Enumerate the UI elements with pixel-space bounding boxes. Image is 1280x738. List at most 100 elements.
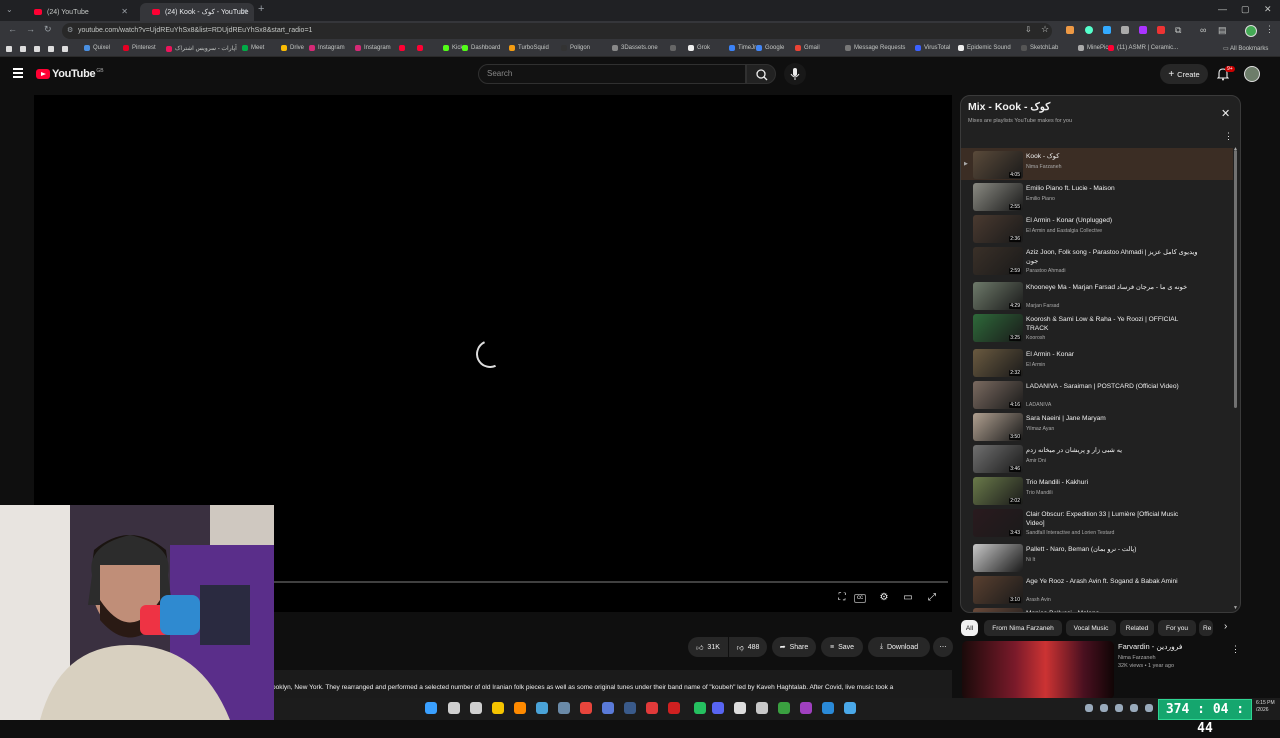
steam-icon[interactable] <box>624 702 636 714</box>
playlist-thumbnail[interactable]: 3:25 <box>973 314 1023 342</box>
bookmark-item[interactable]: TimeJr <box>729 45 756 51</box>
filter-chip[interactable]: Re <box>1199 620 1213 636</box>
bookmark-item[interactable] <box>399 45 408 51</box>
bookmark-folder-icon[interactable] <box>20 46 26 52</box>
playlist-item[interactable]: 2:59 Aziz Joon, Folk song - Parastoo Ahma… <box>961 244 1233 276</box>
scroll-up-icon[interactable]: ▲ <box>1233 146 1238 152</box>
close-tab-icon[interactable]: ✕ <box>241 7 248 16</box>
close-window-icon[interactable]: ✕ <box>1264 4 1272 15</box>
related-video-menu-icon[interactable]: ⋮ <box>1231 644 1240 655</box>
bookmark-item[interactable]: Google <box>756 45 784 51</box>
whatsapp-icon[interactable] <box>694 702 706 714</box>
maximize-icon[interactable]: ▢ <box>1241 4 1250 15</box>
browser-tab-youtube-home[interactable]: (24) YouTube ✕ <box>22 3 134 21</box>
all-bookmarks-button[interactable]: ▭ All Bookmarks <box>1223 45 1268 52</box>
playlist-thumbnail[interactable]: 4:05 <box>973 151 1023 179</box>
browser-tab-kook[interactable]: (24) Kook - کوک - YouTube ✕ <box>140 3 254 21</box>
browser-menu-icon[interactable]: ⋮ <box>1265 24 1274 35</box>
playlist-item[interactable]: 2:32 El Armin - Konar El Armin <box>961 346 1233 378</box>
windows-start-icon[interactable] <box>425 702 437 714</box>
bookmark-folder-icon[interactable] <box>62 46 68 52</box>
extension-icon[interactable] <box>1121 26 1129 34</box>
save-button[interactable]: ≡ Save <box>821 637 863 657</box>
bookmark-item[interactable]: Epidemic Sound <box>958 45 1011 51</box>
playlist-thumbnail[interactable]: 2:55 <box>973 183 1023 211</box>
playlist-thumbnail[interactable]: 3:10 <box>973 576 1023 604</box>
playlist-item[interactable]: Pallett - Naro, Beman (پالت - نرو بمان) N… <box>961 541 1233 573</box>
playlist-thumbnail[interactable]: 4:16 <box>973 381 1023 409</box>
bookmark-star-icon[interactable]: ☆ <box>1041 24 1049 35</box>
playlist-thumbnail[interactable]: 2:02 <box>973 477 1023 505</box>
network-icon[interactable] <box>844 702 856 714</box>
back-icon[interactable]: ← <box>8 24 17 34</box>
chrome-icon[interactable] <box>580 702 592 714</box>
extension-icon[interactable] <box>1103 26 1111 34</box>
vscode-icon[interactable] <box>822 702 834 714</box>
bookmark-folder-icon[interactable] <box>48 46 54 52</box>
playlist-thumbnail[interactable]: 4:29 <box>973 282 1023 310</box>
close-playlist-icon[interactable]: ✕ <box>1221 107 1230 120</box>
bookmark-item[interactable]: Grok <box>688 45 710 51</box>
menu-hamburger-icon[interactable] <box>13 68 23 80</box>
playlist-thumbnail[interactable]: 3:50 <box>973 413 1023 441</box>
search-input[interactable]: Search <box>478 64 746 84</box>
new-tab-icon[interactable]: + <box>258 3 264 15</box>
tray-icon[interactable] <box>1085 704 1093 712</box>
voice-search-button[interactable] <box>784 63 806 85</box>
bookmark-item[interactable]: Instagram <box>309 45 345 51</box>
playlist-item[interactable]: 3:10 Age Ye Rooz - Arash Avin ft. Sogand … <box>961 573 1233 605</box>
playlist-thumbnail[interactable]: 2:32 <box>973 349 1023 377</box>
search-button[interactable] <box>746 64 776 84</box>
theater-mode-icon[interactable]: ▭ <box>902 592 914 604</box>
widgets-icon[interactable] <box>470 702 482 714</box>
lock-icon[interactable] <box>756 702 768 714</box>
bookmark-item[interactable]: SketchLab <box>1021 45 1058 51</box>
settings-gear-icon[interactable]: ⚙ <box>878 592 890 604</box>
related-video-thumbnail[interactable] <box>962 641 1114 699</box>
playlist-thumbnail[interactable] <box>973 608 1023 612</box>
chatgpt-icon[interactable] <box>734 702 746 714</box>
reload-icon[interactable]: ↻ <box>44 24 52 35</box>
side-panel-icon[interactable]: ▤ <box>1218 25 1227 36</box>
like-button[interactable]: 👍︎ 31K <box>688 637 728 657</box>
tray-icon[interactable] <box>1145 704 1153 712</box>
playlist-item[interactable]: 2:55 Emilio Piano ft. Lucie - Maison Emili… <box>961 180 1233 212</box>
filter-chip[interactable]: For you <box>1158 620 1196 636</box>
bookmark-item[interactable]: Gmail <box>795 45 820 51</box>
playlist-menu-icon[interactable]: ⋮ <box>1224 131 1233 142</box>
youtube-logo[interactable]: YouTube GB <box>36 68 104 80</box>
playlist-item[interactable]: 3:46 یه شبی زار و پریشان در میخانه زدم Ami… <box>961 442 1233 474</box>
tray-icon[interactable] <box>1130 704 1138 712</box>
playlist-item[interactable]: 4:29 Khooneye Ma - Marjan Farsad خونه ی م… <box>961 279 1233 311</box>
recording-icon[interactable] <box>668 702 680 714</box>
extension-icon[interactable] <box>1085 26 1093 34</box>
bookmark-item[interactable] <box>417 45 426 51</box>
filter-chip[interactable]: Related <box>1120 620 1154 636</box>
tab-groups-icon[interactable]: ∞ <box>1200 25 1206 35</box>
create-button[interactable]: + Create <box>1160 64 1208 84</box>
progress-bar[interactable] <box>270 581 948 583</box>
playlist-thumbnail[interactable]: 2:36 <box>973 215 1023 243</box>
site-info-icon[interactable]: ⚙ <box>67 26 73 34</box>
filter-chip[interactable]: Vocal Music <box>1066 620 1116 636</box>
extension-icon[interactable] <box>1157 26 1165 34</box>
subtitles-icon[interactable]: cc <box>854 594 866 603</box>
close-tab-icon[interactable]: ✕ <box>121 7 128 16</box>
bookmark-item[interactable]: Kick <box>443 45 463 51</box>
bookmark-item[interactable]: VirusTotal <box>915 45 950 51</box>
rider-icon[interactable] <box>800 702 812 714</box>
filter-chip[interactable]: From Nima Farzaneh <box>984 620 1062 636</box>
xbox-icon[interactable] <box>778 702 790 714</box>
playlist-thumbnail[interactable]: 2:59 <box>973 247 1023 275</box>
file-icon[interactable] <box>448 702 460 714</box>
playlist-item[interactable]: 3:50 Sara Naeini | Jane Maryam Yilmaz Ayan <box>961 410 1233 442</box>
account-avatar[interactable] <box>1244 66 1260 82</box>
bookmark-item[interactable] <box>670 45 679 51</box>
playlist-item[interactable]: 3:43 Clair Obscur: Expedition 33 | Lumièr… <box>961 506 1233 538</box>
playlist-scrollbar[interactable] <box>1234 150 1237 408</box>
playlist-item[interactable]: 2:36 El Armin - Konar (Unplugged) El Armin… <box>961 212 1233 244</box>
filter-chip[interactable]: All <box>961 620 978 636</box>
playlist-item[interactable]: 3:25 Koorosh & Sami Low & Raha - Ye Roozi… <box>961 311 1233 343</box>
folder-icon[interactable] <box>492 702 504 714</box>
bookmark-item[interactable]: TurboSquid <box>509 45 549 51</box>
